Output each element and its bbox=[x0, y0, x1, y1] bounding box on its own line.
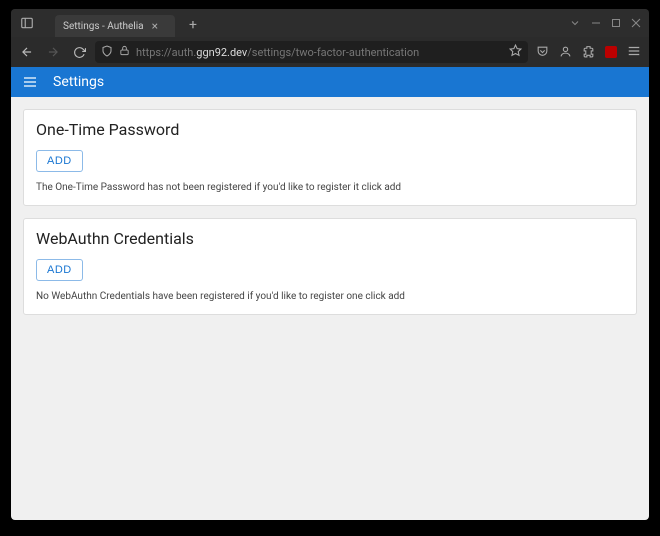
nav-forward-button[interactable] bbox=[43, 42, 63, 62]
toolbar-right-icons bbox=[534, 43, 643, 62]
titlebar-left: Settings - Authelia × + bbox=[11, 9, 197, 37]
tabs-dropdown-icon[interactable] bbox=[569, 17, 581, 29]
app-header: Settings bbox=[11, 67, 649, 97]
extensions-icon[interactable] bbox=[582, 43, 595, 62]
browser-toolbar: https://auth.ggn92.dev/settings/two-fact… bbox=[11, 37, 649, 67]
sidebar-toggle-icon[interactable] bbox=[17, 13, 37, 33]
card-description: The One-Time Password has not been regis… bbox=[36, 182, 624, 193]
page-body: One-Time Password ADD The One-Time Passw… bbox=[11, 97, 649, 520]
add-button[interactable]: ADD bbox=[36, 150, 83, 172]
hamburger-menu-icon[interactable] bbox=[627, 43, 641, 62]
app-header-title: Settings bbox=[53, 74, 104, 90]
browser-tab[interactable]: Settings - Authelia × bbox=[55, 15, 175, 37]
card-title: WebAuthn Credentials bbox=[36, 229, 624, 248]
shield-icon[interactable] bbox=[101, 45, 113, 60]
pocket-icon[interactable] bbox=[536, 43, 549, 62]
browser-window: Settings - Authelia × + bbox=[11, 9, 649, 520]
card-description: No WebAuthn Credentials have been regist… bbox=[36, 291, 624, 302]
page-viewport: Settings One-Time Password ADD The One-T… bbox=[11, 67, 649, 520]
bookmark-star-icon[interactable] bbox=[509, 44, 522, 60]
new-tab-button[interactable]: + bbox=[189, 17, 197, 33]
ublock-icon[interactable] bbox=[605, 46, 617, 58]
lock-icon[interactable] bbox=[119, 45, 130, 59]
card-one-time-password: One-Time Password ADD The One-Time Passw… bbox=[23, 109, 637, 206]
url-text: https://auth.ggn92.dev/settings/two-fact… bbox=[136, 46, 419, 59]
card-title: One-Time Password bbox=[36, 120, 624, 139]
add-button[interactable]: ADD bbox=[36, 259, 83, 281]
card-webauthn-credentials: WebAuthn Credentials ADD No WebAuthn Cre… bbox=[23, 218, 637, 315]
tab-title: Settings - Authelia bbox=[63, 21, 144, 32]
window-maximize-button[interactable] bbox=[611, 18, 621, 28]
url-bar[interactable]: https://auth.ggn92.dev/settings/two-fact… bbox=[95, 41, 528, 63]
nav-back-button[interactable] bbox=[17, 42, 37, 62]
app-menu-button[interactable] bbox=[21, 73, 39, 91]
nav-reload-button[interactable] bbox=[69, 42, 89, 62]
window-close-button[interactable] bbox=[631, 18, 641, 28]
titlebar-right bbox=[569, 17, 649, 29]
account-icon[interactable] bbox=[559, 43, 572, 62]
window-minimize-button[interactable] bbox=[591, 18, 601, 28]
window-titlebar: Settings - Authelia × + bbox=[11, 9, 649, 37]
tab-close-icon[interactable]: × bbox=[152, 20, 158, 32]
